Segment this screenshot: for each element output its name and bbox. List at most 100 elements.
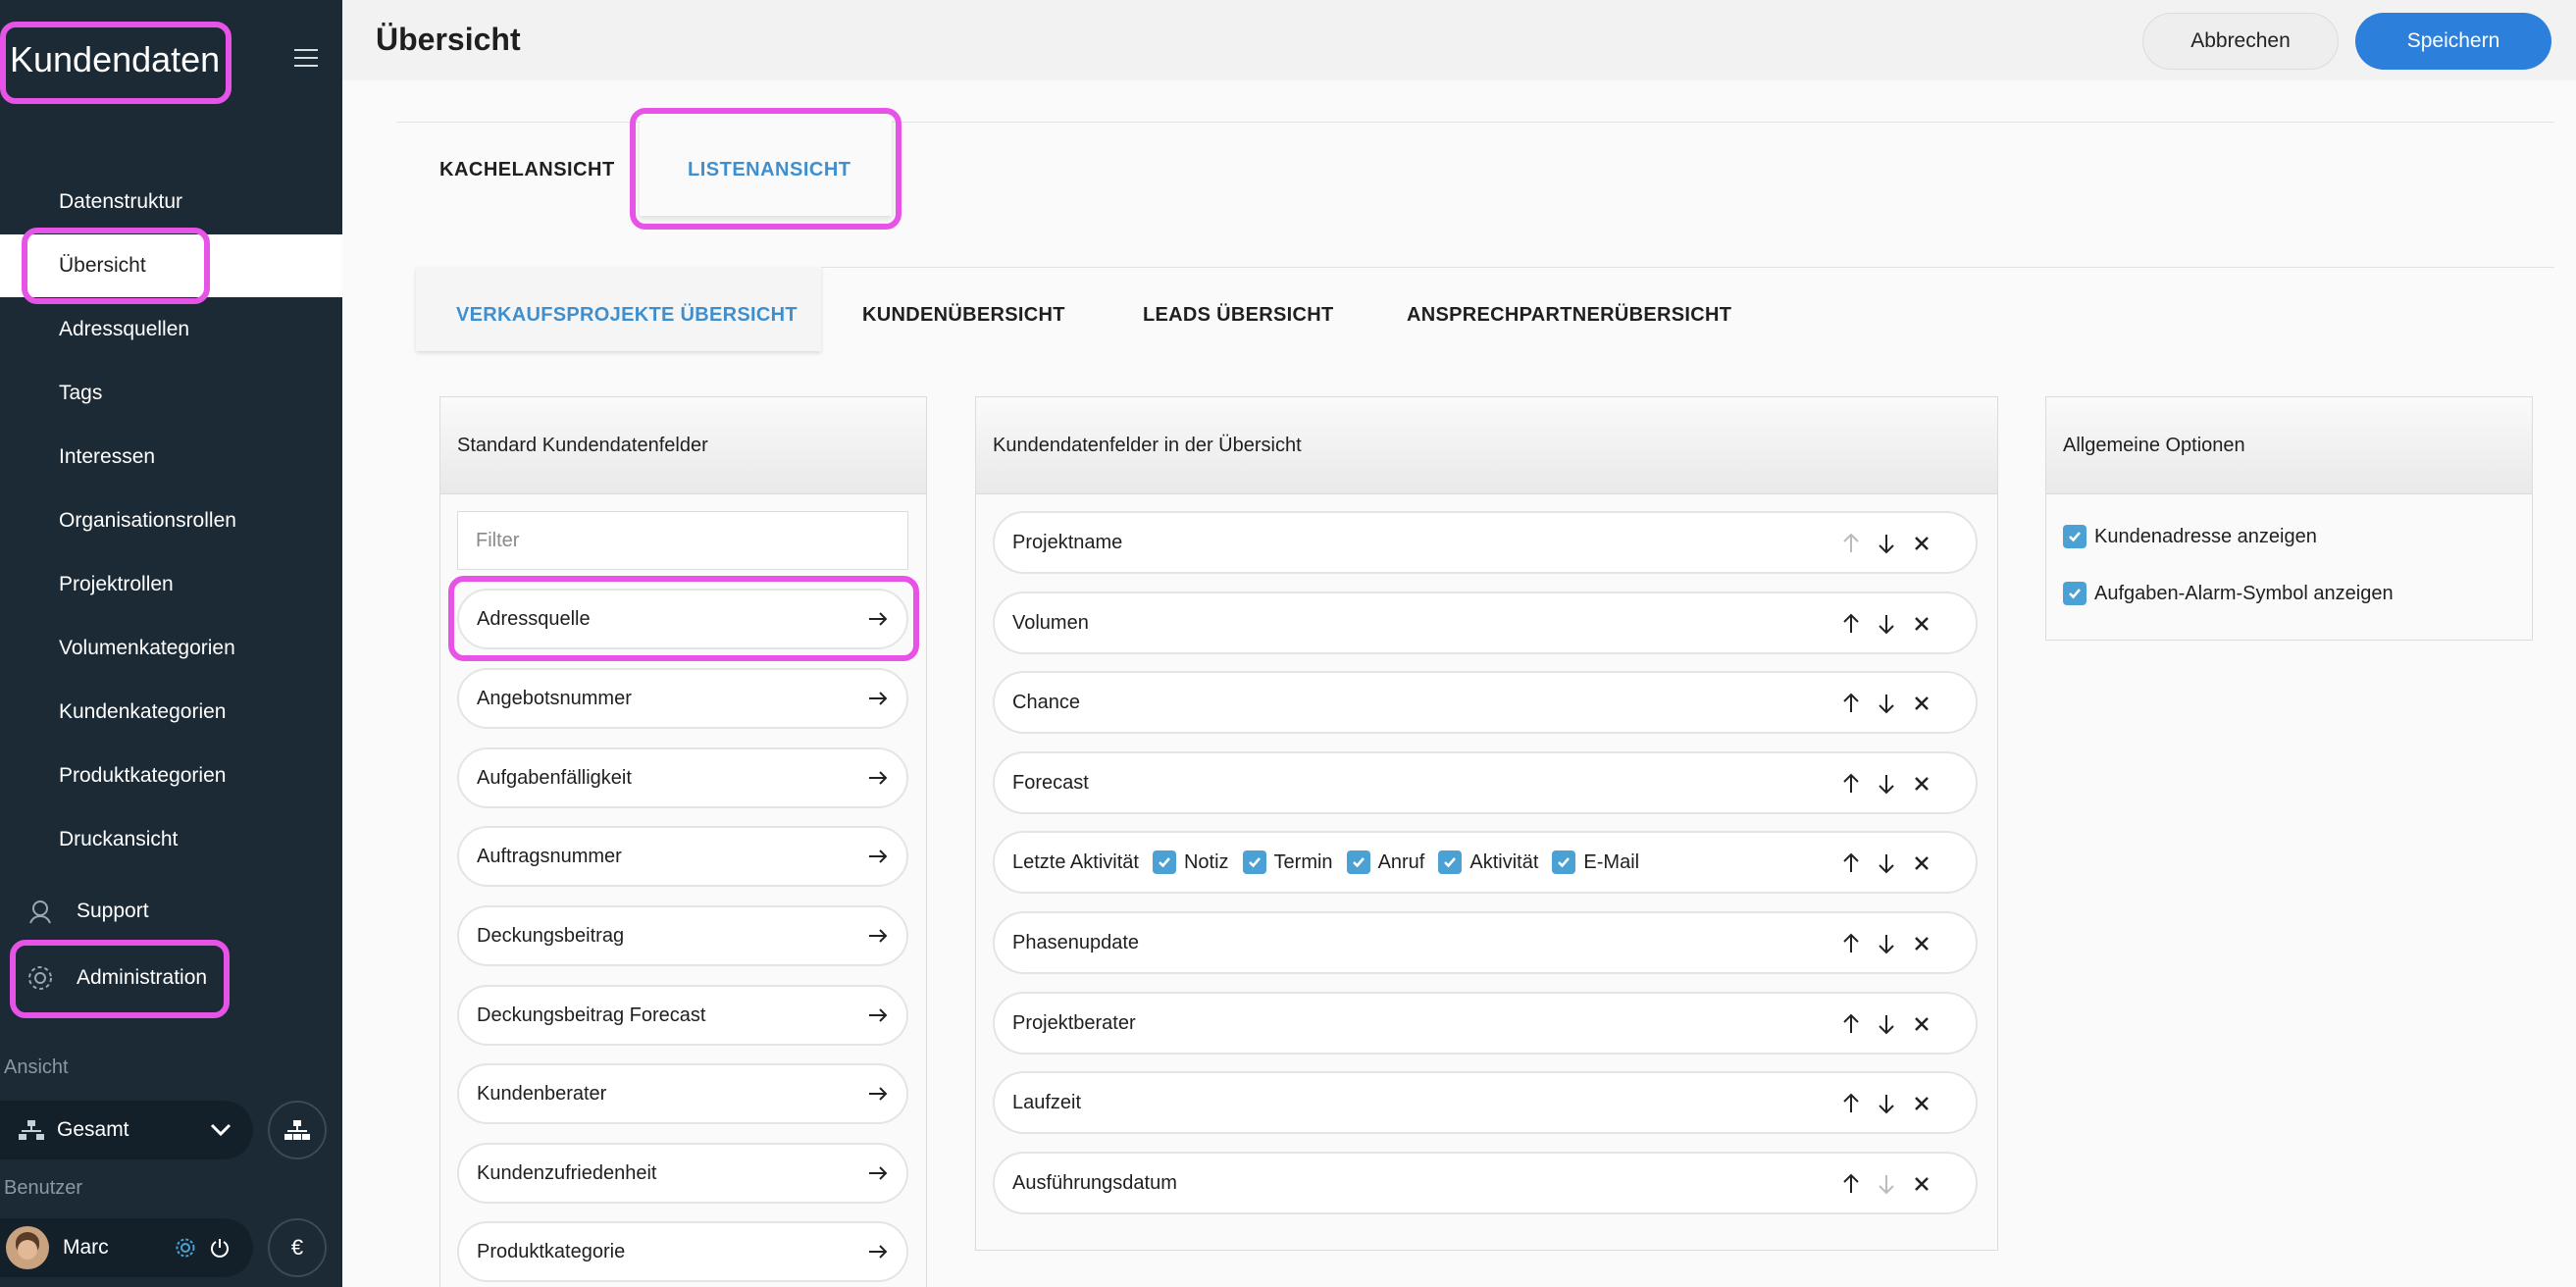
arrow-up-icon[interactable] [1838, 1091, 1864, 1116]
sidebar-item-datenstruktur[interactable]: Datenstruktur [0, 171, 342, 233]
sidebar-item-uebersicht[interactable]: Übersicht [0, 234, 342, 297]
close-icon[interactable] [1909, 931, 1934, 956]
field-item-kundenzufriedenheit[interactable]: Kundenzufriedenheit [457, 1143, 908, 1204]
sidebar-item-kundenkategorien[interactable]: Kundenkategorien [0, 681, 342, 744]
arrow-down-icon[interactable] [1874, 691, 1899, 716]
checkbox-notiz[interactable]: Notiz [1152, 850, 1229, 874]
tab-kundenuebersicht[interactable]: KUNDENÜBERSICHT [862, 304, 1065, 327]
arrow-right-icon[interactable] [865, 1160, 891, 1186]
sidebar-item-produktkategorien[interactable]: Produktkategorien [0, 745, 342, 807]
overview-item-phasenupdate[interactable]: Phasenupdate [993, 911, 1978, 974]
user-name: Marc [63, 1236, 109, 1259]
headset-icon [29, 901, 51, 924]
field-item-angebotsnummer[interactable]: Angebotsnummer [457, 668, 908, 729]
close-icon[interactable] [1909, 531, 1934, 556]
field-label: Forecast [1012, 771, 1089, 794]
checkbox-anruf[interactable]: Anruf [1346, 850, 1424, 874]
arrow-up-icon[interactable] [1838, 771, 1864, 797]
sidebar-item-projektrollen[interactable]: Projektrollen [0, 553, 342, 616]
option-aufgaben-alarm[interactable]: Aufgaben-Alarm-Symbol anzeigen [2063, 582, 2394, 605]
sidebar-item-volumenkategorien[interactable]: Volumenkategorien [0, 617, 342, 680]
arrow-right-icon[interactable] [865, 1081, 891, 1107]
arrow-down-icon[interactable] [1874, 771, 1899, 797]
view-select-value: Gesamt [57, 1118, 129, 1141]
field-label: Produktkategorie [477, 1240, 626, 1262]
arrow-up-icon[interactable] [1838, 1171, 1864, 1197]
tab-ansprechpartneruebersicht[interactable]: ANSPRECHPARTNERÜBERSICHT [1407, 304, 1731, 327]
overview-item-ausfuehrungsdatum[interactable]: Ausführungsdatum [993, 1152, 1978, 1214]
arrow-right-icon[interactable] [865, 606, 891, 632]
field-item-adressquelle[interactable]: Adressquelle [457, 589, 908, 649]
close-icon[interactable] [1909, 611, 1934, 637]
arrow-right-icon[interactable] [865, 1239, 891, 1264]
checkbox-email[interactable]: E-Mail [1552, 850, 1639, 874]
arrow-down-icon[interactable] [1874, 611, 1899, 637]
close-icon[interactable] [1909, 691, 1934, 716]
option-label: Aufgaben-Alarm-Symbol anzeigen [2094, 582, 2394, 604]
arrow-up-icon[interactable] [1838, 850, 1864, 876]
user-settings-icon[interactable] [175, 1237, 196, 1259]
checkbox-label: Termin [1273, 850, 1333, 873]
field-item-deckungsbeitrag[interactable]: Deckungsbeitrag [457, 905, 908, 966]
close-icon[interactable] [1909, 850, 1934, 876]
close-icon[interactable] [1909, 771, 1934, 797]
arrow-right-icon[interactable] [865, 686, 891, 711]
close-icon[interactable] [1909, 1091, 1934, 1116]
overview-item-projektberater[interactable]: Projektberater [993, 992, 1978, 1055]
cancel-button[interactable]: Abbrechen [2142, 13, 2339, 70]
field-item-deckungsbeitrag-forecast[interactable]: Deckungsbeitrag Forecast [457, 985, 908, 1046]
sidebar-item-druckansicht[interactable]: Druckansicht [0, 808, 342, 871]
arrow-down-icon[interactable] [1874, 1011, 1899, 1037]
overview-item-forecast[interactable]: Forecast [993, 751, 1978, 814]
field-label: Adressquelle [477, 607, 591, 630]
arrow-right-icon[interactable] [865, 844, 891, 869]
tab-leads-uebersicht[interactable]: LEADS ÜBERSICHT [1143, 304, 1334, 327]
arrow-right-icon[interactable] [865, 1003, 891, 1028]
overview-item-chance[interactable]: Chance [993, 671, 1978, 734]
option-kundenadresse[interactable]: Kundenadresse anzeigen [2063, 525, 2317, 548]
field-item-kundenberater[interactable]: Kundenberater [457, 1063, 908, 1124]
currency-button[interactable]: € [268, 1218, 327, 1277]
arrow-down-icon[interactable] [1874, 931, 1899, 956]
checkbox-label: Notiz [1183, 850, 1229, 873]
sidebar-item-tags[interactable]: Tags [0, 362, 342, 425]
overview-item-letzte-aktivitaet[interactable]: Letzte Aktivität Notiz Termin Anruf Akti… [993, 831, 1978, 894]
field-item-aufgabenfaelligkeit[interactable]: Aufgabenfälligkeit [457, 747, 908, 808]
sidebar-item-organisationsrollen[interactable]: Organisationsrollen [0, 489, 342, 552]
sidebar-item-adressquellen[interactable]: Adressquellen [0, 298, 342, 361]
close-icon[interactable] [1909, 1011, 1934, 1037]
field-item-auftragsnummer[interactable]: Auftragsnummer [457, 826, 908, 887]
arrow-right-icon[interactable] [865, 923, 891, 949]
arrow-up-icon[interactable] [1838, 691, 1864, 716]
avatar[interactable] [6, 1226, 49, 1269]
field-item-produktkategorie[interactable]: Produktkategorie [457, 1221, 908, 1282]
org-chart-button[interactable] [268, 1101, 327, 1159]
power-icon[interactable] [209, 1237, 231, 1259]
field-label: Projektname [1012, 531, 1123, 553]
arrow-up-icon[interactable] [1838, 931, 1864, 956]
arrow-down-icon[interactable] [1874, 531, 1899, 556]
filter-input[interactable]: Filter [457, 511, 908, 570]
chevron-down-icon [210, 1123, 232, 1137]
view-select[interactable]: Gesamt [0, 1101, 253, 1159]
arrow-up-icon[interactable] [1838, 1011, 1864, 1037]
tab-kachelansicht[interactable]: KACHELANSICHT [439, 159, 615, 181]
save-button[interactable]: Speichern [2355, 13, 2551, 70]
arrow-up-icon[interactable] [1838, 611, 1864, 637]
tab-listenansicht[interactable]: LISTENANSICHT [688, 159, 851, 181]
hamburger-menu-icon[interactable] [294, 49, 318, 69]
user-box: Marc [0, 1218, 253, 1277]
tab-verkaufsprojekte-uebersicht[interactable]: VERKAUFSPROJEKTE ÜBERSICHT [456, 304, 798, 327]
sidebar-item-administration[interactable]: Administration [26, 963, 207, 993]
overview-item-volumen[interactable]: Volumen [993, 592, 1978, 654]
sidebar-item-interessen[interactable]: Interessen [0, 426, 342, 489]
overview-item-projektname[interactable]: Projektname [993, 511, 1978, 574]
close-icon[interactable] [1909, 1171, 1934, 1197]
arrow-down-icon[interactable] [1874, 850, 1899, 876]
checkbox-termin[interactable]: Termin [1242, 850, 1333, 874]
checkbox-aktivitaet[interactable]: Aktivität [1438, 850, 1538, 874]
sidebar-item-support[interactable]: Support [26, 897, 149, 926]
overview-item-laufzeit[interactable]: Laufzeit [993, 1071, 1978, 1134]
arrow-down-icon[interactable] [1874, 1091, 1899, 1116]
arrow-right-icon[interactable] [865, 765, 891, 791]
